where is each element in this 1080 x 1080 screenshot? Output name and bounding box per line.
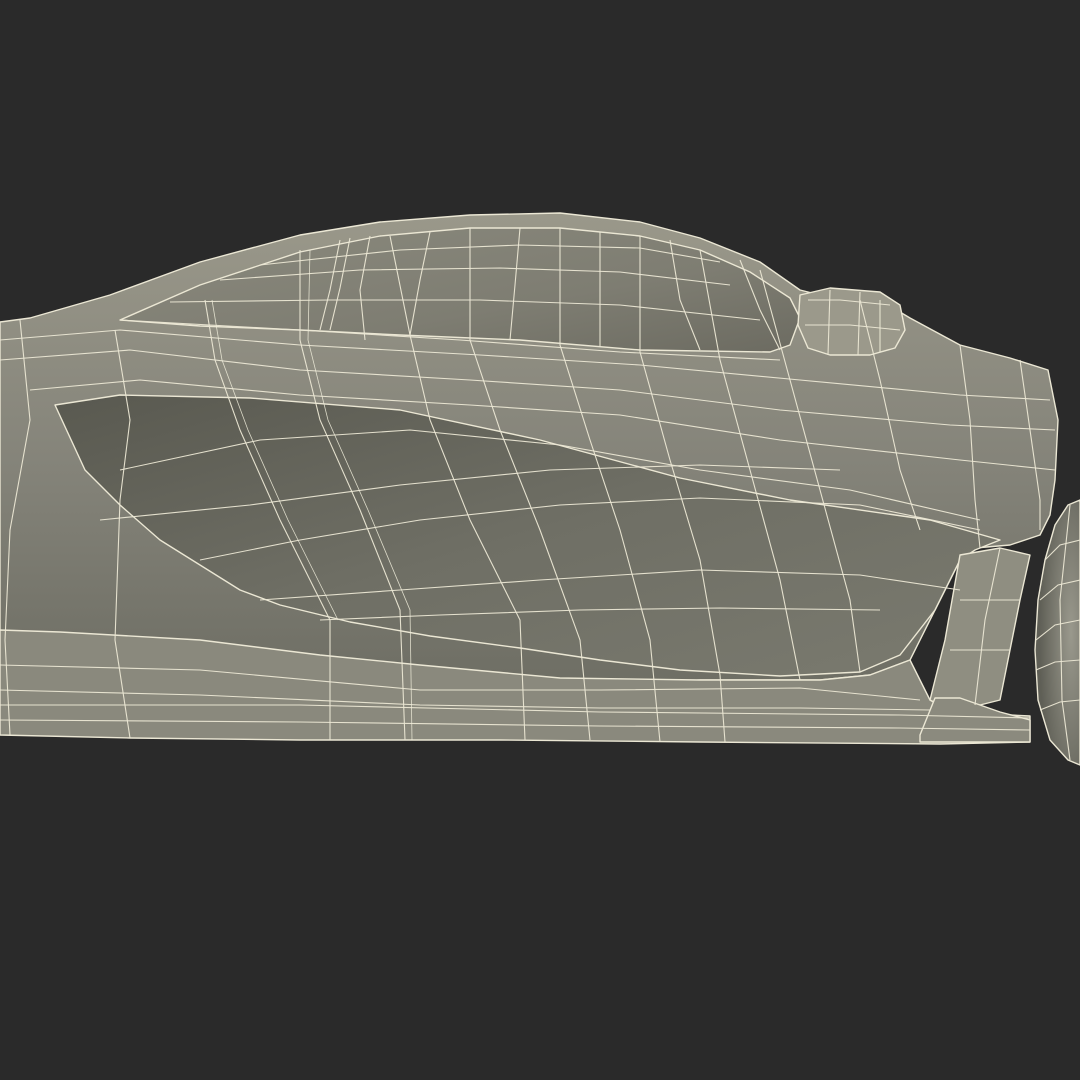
3d-viewport[interactable] xyxy=(0,0,1080,1080)
front-wheel xyxy=(1034,499,1080,766)
side-mirror xyxy=(797,287,906,356)
car-wireframe-render xyxy=(0,212,1080,766)
